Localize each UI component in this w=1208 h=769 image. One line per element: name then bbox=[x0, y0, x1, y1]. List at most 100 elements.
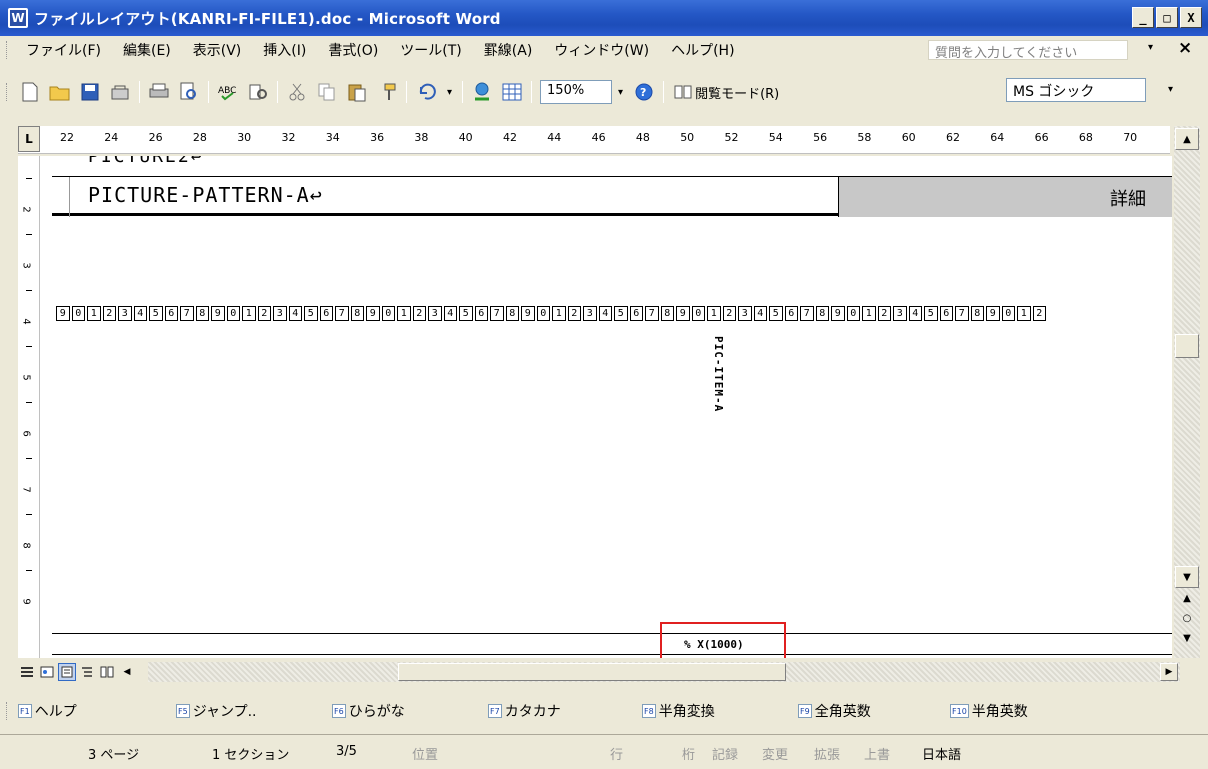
status-position[interactable]: 位置 bbox=[412, 744, 438, 763]
toolbar-separator bbox=[277, 81, 278, 103]
digit-cell: 6 bbox=[164, 306, 178, 321]
window-controls: _ □ X bbox=[1132, 7, 1202, 28]
new-document-icon[interactable] bbox=[17, 79, 43, 105]
ruler-tick-mark bbox=[26, 514, 32, 515]
status-ext[interactable]: 拡張 bbox=[814, 744, 840, 763]
previous-page-button[interactable]: ▲ bbox=[1175, 590, 1199, 606]
font-name-combo[interactable]: MS ゴシック bbox=[1006, 78, 1146, 102]
digit-cell: 9 bbox=[366, 306, 380, 321]
fkey-f7[interactable]: F7 カタカナ bbox=[488, 701, 561, 721]
ruler-tick-label: 40 bbox=[458, 131, 473, 144]
menu-insert[interactable]: 挿入(I) bbox=[252, 40, 317, 60]
print-icon[interactable] bbox=[146, 79, 172, 105]
save-icon[interactable] bbox=[77, 79, 103, 105]
menu-edit[interactable]: 編集(E) bbox=[112, 40, 182, 60]
digit-cell: 0 bbox=[691, 306, 705, 321]
digit-cell: 3 bbox=[738, 306, 752, 321]
spelling-icon[interactable]: ABC bbox=[215, 79, 241, 105]
view-and-hscroll-bar: ◀ ▶ bbox=[18, 660, 1200, 684]
maximize-button[interactable]: □ bbox=[1156, 7, 1178, 28]
word-app-icon[interactable]: W bbox=[8, 8, 28, 28]
scroll-left-button[interactable]: ◀ bbox=[118, 663, 136, 681]
menu-window[interactable]: ウィンドウ(W) bbox=[543, 40, 660, 60]
permission-icon[interactable] bbox=[107, 79, 133, 105]
close-document-button[interactable]: × bbox=[1178, 38, 1192, 58]
status-page[interactable]: 3 ページ bbox=[88, 744, 139, 763]
status-rec[interactable]: 記録 bbox=[712, 744, 738, 763]
status-line[interactable]: 行 bbox=[610, 744, 623, 763]
zoom-combo[interactable]: 150% bbox=[540, 80, 613, 104]
chevron-down-icon[interactable]: ▾ bbox=[1148, 42, 1153, 53]
undo-icon[interactable] bbox=[413, 79, 439, 105]
digit-cell: 9 bbox=[831, 306, 845, 321]
format-painter-icon[interactable] bbox=[374, 79, 400, 105]
status-section[interactable]: 1 セクション bbox=[212, 744, 289, 763]
browse-object-button[interactable]: ○ bbox=[1175, 610, 1199, 626]
digit-cell: 6 bbox=[474, 306, 488, 321]
vertical-scrollbar[interactable]: ▲ ▼ ▲ ○ ▼ bbox=[1174, 126, 1200, 658]
horizontal-scrollbar[interactable]: ▶ bbox=[148, 662, 1180, 682]
fkey-grip[interactable] bbox=[6, 702, 9, 720]
status-trk[interactable]: 変更 bbox=[762, 744, 788, 763]
normal-view-icon[interactable] bbox=[18, 663, 36, 681]
horizontal-scroll-thumb[interactable] bbox=[398, 663, 786, 681]
digit-cell: 6 bbox=[319, 306, 333, 321]
menu-view[interactable]: 表示(V) bbox=[182, 40, 253, 60]
tab-stop-selector[interactable]: L bbox=[18, 126, 40, 152]
menu-file[interactable]: ファイル(F) bbox=[15, 40, 112, 60]
menu-format[interactable]: 書式(O) bbox=[317, 40, 389, 60]
fkey-f6[interactable]: F6 ひらがな bbox=[332, 701, 405, 721]
scroll-up-button[interactable]: ▲ bbox=[1175, 128, 1199, 150]
detail-cell: 詳細 bbox=[838, 177, 1172, 217]
reading-layout-view-icon[interactable] bbox=[98, 663, 116, 681]
digit-cell: 1 bbox=[707, 306, 721, 321]
next-page-button[interactable]: ▼ bbox=[1175, 630, 1199, 646]
open-folder-icon[interactable] bbox=[47, 79, 73, 105]
print-preview-icon[interactable] bbox=[176, 79, 202, 105]
fkey-f8[interactable]: F8 半角変換 bbox=[642, 701, 715, 721]
menu-help[interactable]: ヘルプ(H) bbox=[660, 40, 745, 60]
ruler-tick-label: 32 bbox=[281, 131, 296, 144]
status-column[interactable]: 桁 bbox=[682, 744, 695, 763]
scroll-right-button[interactable]: ▶ bbox=[1160, 663, 1178, 681]
digit-cell: 5 bbox=[304, 306, 318, 321]
help-icon[interactable]: ? bbox=[631, 79, 657, 105]
hyperlink-icon[interactable] bbox=[469, 79, 495, 105]
menu-grip[interactable] bbox=[6, 41, 9, 59]
table-icon[interactable] bbox=[499, 79, 525, 105]
outline-view-icon[interactable] bbox=[78, 663, 96, 681]
digit-cell: 4 bbox=[908, 306, 922, 321]
scroll-down-button[interactable]: ▼ bbox=[1175, 566, 1199, 588]
status-page-ratio[interactable]: 3/5 bbox=[336, 744, 357, 759]
digit-cell: 1 bbox=[862, 306, 876, 321]
toolbar-grip[interactable] bbox=[6, 83, 9, 101]
ruler-tick-label: 36 bbox=[370, 131, 385, 144]
menu-tools[interactable]: ツール(T) bbox=[389, 40, 472, 60]
status-language[interactable]: 日本語 bbox=[922, 744, 961, 763]
fkey-f10[interactable]: F10 半角英数 bbox=[950, 701, 1028, 721]
vertical-ruler[interactable]: 2 3 4 5 6 7 8 9 bbox=[18, 156, 40, 658]
document-area[interactable]: PICTURE2↩ PICTURE-PATTERN-A↩ 詳細 90123456… bbox=[40, 156, 1172, 658]
minimize-button[interactable]: _ bbox=[1132, 7, 1154, 28]
undo-dropdown-icon[interactable]: ▾ bbox=[447, 87, 452, 98]
font-dropdown-icon[interactable]: ▾ bbox=[1168, 84, 1173, 95]
help-question-input[interactable]: 質問を入力してください bbox=[928, 40, 1128, 61]
close-button[interactable]: X bbox=[1180, 7, 1202, 28]
ruler-tick-label: 48 bbox=[635, 131, 650, 144]
menu-table[interactable]: 罫線(A) bbox=[473, 40, 544, 60]
fkey-f9[interactable]: F9 全角英数 bbox=[798, 701, 871, 721]
zoom-dropdown-icon[interactable]: ▾ bbox=[618, 87, 623, 98]
reading-mode-button[interactable]: 閲覧モード(R) bbox=[668, 83, 785, 102]
fkey-f5[interactable]: F5 ジャンプ.. bbox=[176, 701, 256, 721]
web-layout-view-icon[interactable] bbox=[38, 663, 56, 681]
copy-icon[interactable] bbox=[314, 79, 340, 105]
paste-icon[interactable] bbox=[344, 79, 370, 105]
status-ovr[interactable]: 上書 bbox=[864, 744, 890, 763]
print-layout-view-icon[interactable] bbox=[58, 663, 76, 681]
horizontal-ruler[interactable]: 22 24 26 28 30 32 34 36 38 40 42 44 46 48 50 52 54 56 58 60… bbox=[18, 126, 1170, 154]
cut-icon[interactable] bbox=[284, 79, 310, 105]
research-icon[interactable] bbox=[245, 79, 271, 105]
vertical-scroll-thumb[interactable] bbox=[1175, 334, 1199, 358]
fkey-f1[interactable]: F1 ヘルプ bbox=[18, 701, 77, 721]
fkey-tag: F10 bbox=[950, 704, 969, 718]
